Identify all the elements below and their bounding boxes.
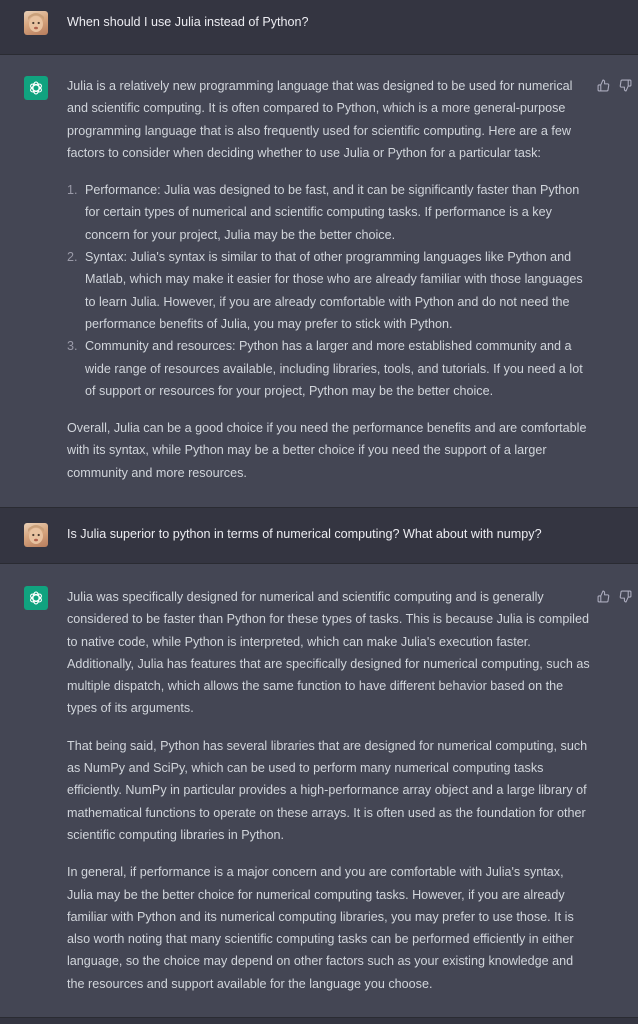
like-button[interactable] bbox=[596, 78, 610, 92]
answer-paragraph: Julia was specifically designed for nume… bbox=[67, 590, 590, 716]
assistant-message-text: Julia is a relatively new programming la… bbox=[67, 75, 592, 484]
list-number: 2. bbox=[67, 250, 78, 265]
user-avatar bbox=[24, 11, 48, 35]
assistant-message: Julia is a relatively new programming la… bbox=[0, 55, 638, 508]
list-number: 1. bbox=[67, 183, 78, 198]
list-number: 3. bbox=[67, 339, 78, 354]
thumbs-down-icon bbox=[619, 79, 631, 91]
user-message-text: When should I use Julia instead of Pytho… bbox=[67, 15, 309, 29]
user-avatar bbox=[24, 523, 48, 547]
list-item-text: Community and resources: Python has a la… bbox=[85, 339, 583, 398]
user-avatar-photo bbox=[28, 13, 44, 32]
feedback-buttons bbox=[596, 78, 632, 92]
answer-paragraph: That being said, Python has several libr… bbox=[67, 738, 588, 842]
assistant-avatar bbox=[24, 586, 48, 610]
answer-paragraph: In general, if performance is a major co… bbox=[67, 865, 574, 991]
like-button[interactable] bbox=[596, 589, 610, 603]
bottom-strip bbox=[0, 1018, 638, 1024]
user-message-text: Is Julia superior to python in terms of … bbox=[67, 527, 542, 541]
assistant-avatar bbox=[24, 76, 48, 100]
user-avatar-photo bbox=[28, 525, 44, 544]
list-item-text: Syntax: Julia's syntax is similar to tha… bbox=[85, 250, 583, 331]
assistant-message: Julia was specifically designed for nume… bbox=[0, 564, 638, 1018]
thumbs-up-icon bbox=[597, 590, 609, 602]
assistant-message-text: Julia was specifically designed for nume… bbox=[67, 586, 592, 995]
list-item: 3. Community and resources: Python has a… bbox=[67, 335, 592, 402]
dislike-button[interactable] bbox=[618, 78, 632, 92]
dislike-button[interactable] bbox=[618, 589, 632, 603]
answer-factor-list: 1. Performance: Julia was designed to be… bbox=[67, 179, 592, 402]
feedback-buttons bbox=[596, 589, 632, 603]
list-item: 2. Syntax: Julia's syntax is similar to … bbox=[67, 246, 592, 335]
user-message: Is Julia superior to python in terms of … bbox=[0, 508, 638, 564]
openai-logo-icon bbox=[30, 591, 42, 605]
thumbs-down-icon bbox=[619, 590, 631, 602]
answer-outro: Overall, Julia can be a good choice if y… bbox=[67, 421, 587, 480]
openai-logo-icon bbox=[30, 81, 42, 95]
list-item-text: Performance: Julia was designed to be fa… bbox=[85, 183, 580, 242]
list-item: 1. Performance: Julia was designed to be… bbox=[67, 179, 592, 246]
thumbs-up-icon bbox=[597, 79, 609, 91]
answer-intro: Julia is a relatively new programming la… bbox=[67, 79, 573, 160]
user-message: When should I use Julia instead of Pytho… bbox=[0, 0, 638, 55]
